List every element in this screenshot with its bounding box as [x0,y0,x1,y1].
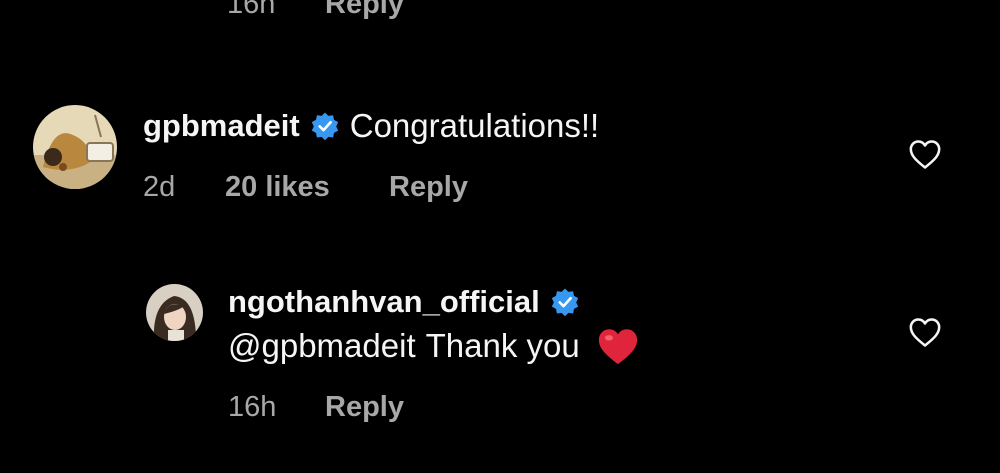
verified-badge-icon [311,112,338,141]
avatar-ngothanhvan-official[interactable] [146,284,203,341]
heart-outline-icon[interactable] [908,316,942,348]
reply-button[interactable]: Reply [389,171,468,204]
reply-username[interactable]: ngothanhvan_official [228,284,540,320]
heart-emoji [598,329,637,365]
previous-comment-time: 16h [227,0,276,20]
avatar-gpbmadeit[interactable] [33,105,117,189]
reply-reply-button[interactable]: Reply [325,391,404,424]
comment-time: 2d [143,171,176,203]
comment-text: Congratulations!! [349,107,600,144]
heart-outline-icon[interactable] [908,138,942,170]
comment-username[interactable]: gpbmadeit [143,108,300,144]
reply-time: 16h [228,391,277,423]
avatar-image [33,105,117,189]
verified-badge-icon [551,288,578,317]
avatar-image [146,284,203,341]
previous-reply-button[interactable]: Reply [325,0,404,21]
mention-link[interactable]: @gpbmadeit [228,327,416,365]
likes-count[interactable]: 20 likes [225,171,330,204]
reply-text: Thank you [425,327,580,364]
